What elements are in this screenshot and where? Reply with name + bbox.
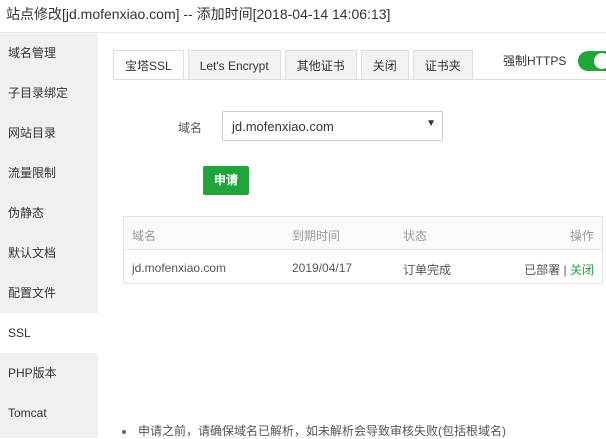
sidebar-item-ssl[interactable]: SSL — [0, 313, 98, 353]
note-text: 申请之前，请确保域名已解析，如未解析会导致审核失败(包括根域名) — [138, 424, 506, 438]
sidebar: 域名管理 子目录绑定 网站目录 流量限制 伪静态 默认文档 配置文件 SSL P… — [0, 33, 98, 438]
tab-cert-folder[interactable]: 证书夹 — [412, 50, 473, 80]
bullet-icon — [122, 429, 126, 434]
tab-bt-ssl[interactable]: 宝塔SSL — [113, 50, 184, 80]
tab-close[interactable]: 关闭 — [360, 50, 409, 80]
chevron-down-icon: ▼ — [426, 118, 436, 129]
force-https-toggle[interactable] — [578, 51, 606, 71]
sidebar-item-site-directory[interactable]: 网站目录 — [0, 113, 98, 153]
tab-lets-encrypt[interactable]: Let's Encrypt — [187, 50, 281, 80]
sidebar-item-subdirectory-binding[interactable]: 子目录绑定 — [0, 73, 98, 113]
tab-other-cert[interactable]: 其他证书 — [284, 50, 357, 80]
col-expires: 到期时间 — [292, 229, 341, 243]
domain-select[interactable]: jd.mofenxiao.com ▼ — [222, 111, 443, 141]
row-domain: jd.mofenxiao.com — [132, 261, 227, 275]
col-domain: 域名 — [132, 229, 157, 243]
col-actions: 操作 — [569, 229, 594, 243]
sidebar-item-default-document[interactable]: 默认文档 — [0, 233, 98, 273]
cert-table: 域名 到期时间 状态 操作 jd.mofenxiao.com 2019/04/1… — [123, 216, 603, 284]
row-actions: 已部署 | 关闭 — [524, 261, 594, 278]
force-https-label: 强制HTTPS — [503, 54, 567, 68]
toggle-knob — [594, 53, 606, 69]
window-title: 站点修改[jd.mofenxiao.com] -- 添加时间[2018-04-1… — [0, 0, 606, 33]
close-link[interactable]: 关闭 — [570, 263, 594, 277]
domain-label: 域名 — [178, 121, 203, 135]
ssl-tabs: 宝塔SSL Let's Encrypt 其他证书 关闭 证书夹 — [113, 50, 477, 80]
sidebar-item-rewrite[interactable]: 伪静态 — [0, 193, 98, 233]
sidebar-item-traffic-limit[interactable]: 流量限制 — [0, 153, 98, 193]
sidebar-item-config-file[interactable]: 配置文件 — [0, 273, 98, 313]
note-item: 申请之前，请确保域名已解析，如未解析会导致审核失败(包括根域名) — [122, 422, 506, 439]
domain-select-value: jd.mofenxiao.com — [232, 119, 334, 134]
table-header: 域名 到期时间 状态 操作 — [124, 217, 602, 250]
apply-button[interactable]: 申请 — [203, 166, 249, 195]
sidebar-item-tomcat[interactable]: Tomcat — [0, 393, 98, 433]
col-status: 状态 — [403, 229, 428, 243]
sidebar-item-php-version[interactable]: PHP版本 — [0, 353, 98, 393]
action-separator: | — [563, 263, 567, 277]
tab-divider — [113, 79, 606, 80]
sidebar-item-domain-management[interactable]: 域名管理 — [0, 33, 98, 73]
row-expires: 2019/04/17 — [292, 261, 353, 275]
deployed-link[interactable]: 已部署 — [524, 263, 560, 277]
row-status: 订单完成 — [403, 263, 452, 277]
